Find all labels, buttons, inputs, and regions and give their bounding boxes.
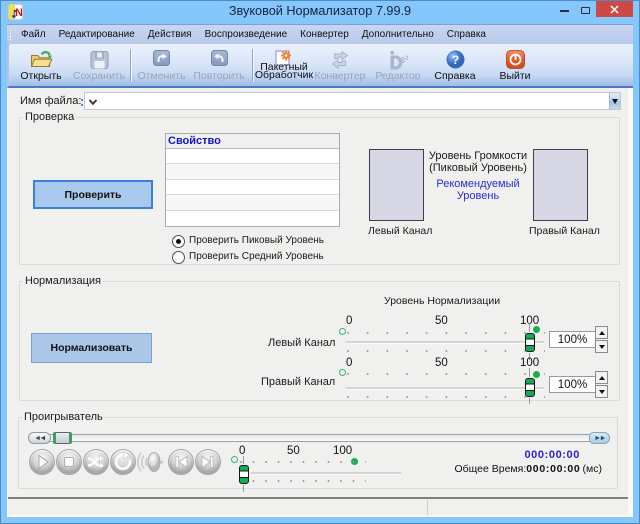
svg-text:2: 2 [405,56,409,62]
svg-text:?: ? [451,53,458,67]
